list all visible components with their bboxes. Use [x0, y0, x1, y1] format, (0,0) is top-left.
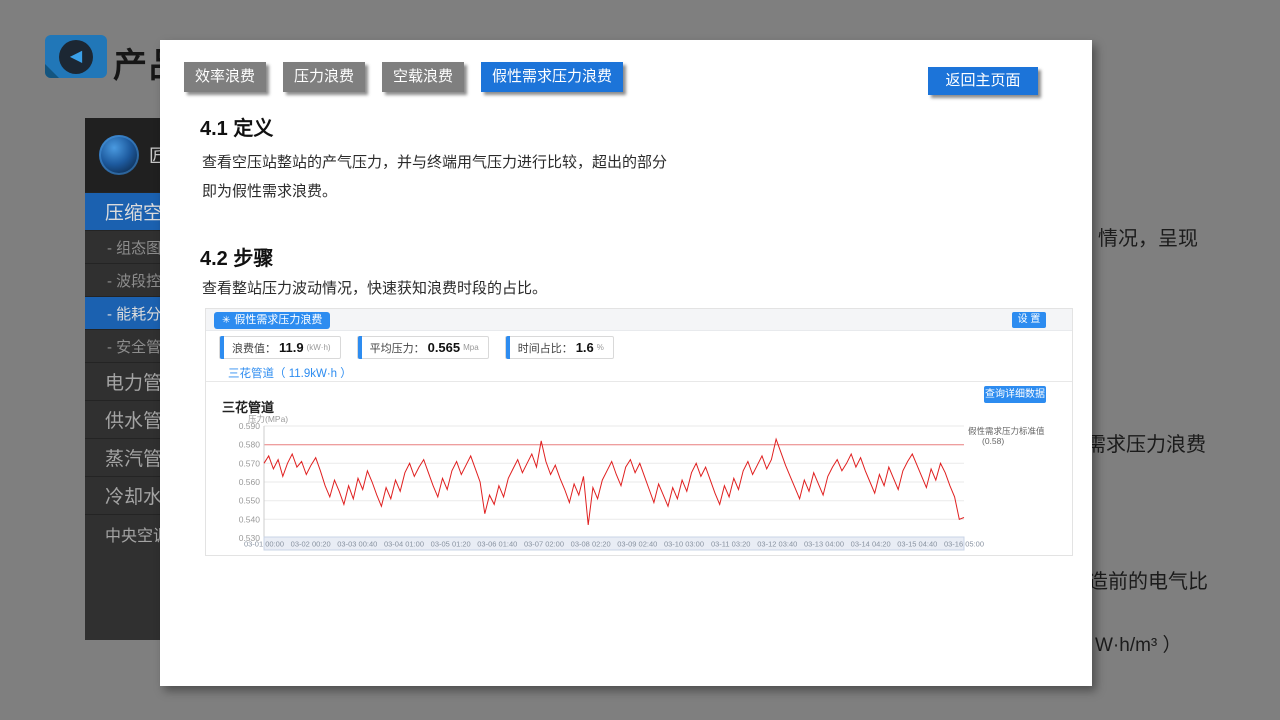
- tab-inactive[interactable]: 效率浪费: [184, 62, 266, 92]
- y-tick-label: 0.540: [239, 514, 261, 524]
- logo-fold-decoration: [45, 64, 59, 78]
- background-text-fragment: 需求压力浪费: [1086, 428, 1206, 457]
- definition-line-1: 查看空压站整站的产气压力，并与终端用气压力进行比较，超出的部分: [202, 148, 667, 177]
- settings-button[interactable]: 设 置: [1012, 312, 1046, 328]
- x-tick-label: 03-16 05:00: [944, 540, 984, 549]
- y-tick-label: 0.550: [239, 496, 261, 506]
- app-logo[interactable]: ◀: [45, 35, 107, 78]
- tab-divider: [206, 381, 1072, 382]
- y-tick-label: 0.570: [239, 458, 261, 468]
- tab-active[interactable]: 假性需求压力浪费: [481, 62, 623, 92]
- stat-value: 0.565: [428, 340, 461, 355]
- background-text-fragment: 情况，呈现: [1098, 222, 1198, 251]
- reference-line-annotation: 假性需求压力标准值 (0.58): [968, 426, 1072, 446]
- stat-label: 时间占比：: [518, 340, 573, 356]
- x-tick-label: 03-01 00:00: [244, 540, 284, 549]
- x-tick-label: 03-04 01:00: [384, 540, 424, 549]
- x-tick-label: 03-14 04:20: [851, 540, 891, 549]
- x-tick-label: 03-08 02:20: [571, 540, 611, 549]
- x-tick-label: 03-02 00:20: [291, 540, 331, 549]
- x-tick-label: 03-10 03:00: [664, 540, 704, 549]
- y-tick-label: 0.560: [239, 477, 261, 487]
- stat-unit: Mpa: [463, 343, 479, 352]
- steps-heading: 4.2 步骤: [200, 242, 273, 271]
- definition-text: 查看空压站整站的产气压力，并与终端用气压力进行比较，超出的部分 即为假性需求浪费…: [202, 148, 667, 206]
- stat-value: 11.9: [279, 340, 304, 355]
- pressure-line-chart: 0.5900.5800.5700.5600.5500.5400.53003-01…: [206, 421, 1074, 557]
- reference-line-value: (0.58): [968, 436, 1072, 446]
- x-tick-label: 03-05 01:20: [431, 540, 471, 549]
- pipe-tab[interactable]: 三花管道（ 11.9kW·h ）: [228, 365, 352, 381]
- help-modal: 效率浪费压力浪费空载浪费假性需求压力浪费 返回主页面 4.1 定义 查看空压站整…: [160, 40, 1092, 686]
- x-tick-label: 03-15 04:40: [897, 540, 937, 549]
- tab-inactive[interactable]: 压力浪费: [283, 62, 365, 92]
- background-text-fragment: W·h/m³ ）: [1095, 630, 1182, 657]
- x-tick-label: 03-06 01:40: [477, 540, 517, 549]
- stat-box: 浪费值：11.9(kW·h): [219, 336, 341, 359]
- steps-text: 查看整站压力波动情况，快速获知浪费时段的占比。: [202, 274, 547, 303]
- dashboard-header-bar: [206, 309, 1072, 331]
- back-to-main-button[interactable]: 返回主页面: [928, 67, 1038, 95]
- stat-label: 浪费值：: [232, 340, 276, 356]
- x-tick-label: 03-13 04:00: [804, 540, 844, 549]
- dashboard-screenshot: ✳ 假性需求压力浪费 设 置 浪费值：11.9(kW·h) 平均压力：0.565M…: [205, 308, 1073, 556]
- stat-unit: %: [597, 343, 604, 352]
- y-tick-label: 0.590: [239, 421, 261, 431]
- query-detail-button[interactable]: 查询详细数据: [984, 386, 1046, 403]
- stat-box: 时间占比：1.6%: [505, 336, 614, 359]
- stat-box: 平均压力：0.565Mpa: [357, 336, 489, 359]
- brand-logo-icon: [99, 135, 139, 175]
- background-text-fragment: 造前的电气比: [1088, 565, 1208, 594]
- dashboard-title-text: 假性需求压力浪费: [234, 312, 322, 329]
- dashboard-title-badge: ✳ 假性需求压力浪费: [214, 312, 330, 329]
- x-tick-label: 03-11 03:20: [711, 540, 750, 549]
- tab-inactive[interactable]: 空载浪费: [382, 62, 464, 92]
- x-tick-label: 03-12 03:40: [757, 540, 797, 549]
- definition-line-2: 即为假性需求浪费。: [202, 177, 667, 206]
- snowflake-icon: ✳: [222, 312, 230, 329]
- tab-bar: 效率浪费压力浪费空载浪费假性需求压力浪费: [184, 62, 623, 92]
- x-tick-label: 03-09 02:40: [617, 540, 657, 549]
- back-arrow-icon: ◀: [59, 40, 93, 74]
- stats-row: 浪费值：11.9(kW·h) 平均压力：0.565Mpa 时间占比：1.6%: [219, 336, 614, 359]
- stat-label: 平均压力：: [370, 340, 425, 356]
- x-tick-label: 03-03 00:40: [337, 540, 377, 549]
- definition-heading: 4.1 定义: [200, 112, 273, 141]
- stat-value: 1.6: [576, 340, 594, 355]
- stat-unit: (kW·h): [307, 343, 331, 352]
- x-tick-label: 03-07 02:00: [524, 540, 564, 549]
- reference-line-label: 假性需求压力标准值: [968, 426, 1072, 436]
- y-tick-label: 0.580: [239, 440, 261, 450]
